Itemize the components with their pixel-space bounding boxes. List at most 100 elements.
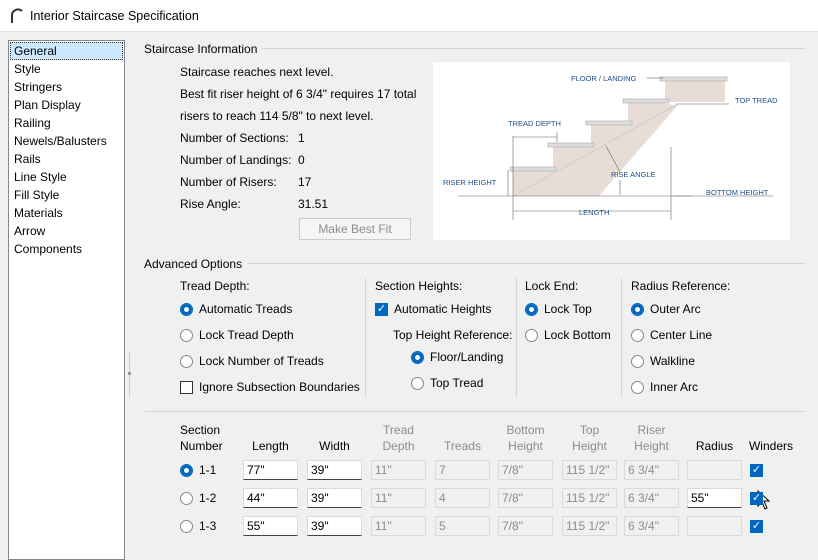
info-label: Number of Risers: <box>180 175 277 189</box>
length-input[interactable]: 44" <box>243 488 298 508</box>
sidebar-item-stringers[interactable]: Stringers <box>10 78 123 96</box>
info-value: 0 <box>298 153 305 167</box>
radius-ref-option-radio[interactable] <box>631 355 644 368</box>
top-input: 115 1/2" <box>562 488 617 508</box>
top-height-ref-label: Top Height Reference: <box>393 328 513 342</box>
top-height-ref-option-label[interactable]: Top Tread <box>430 376 483 390</box>
section-heights-label: Section Heights: <box>375 279 463 293</box>
automatic-heights-checkbox[interactable]: ✓ <box>375 303 388 316</box>
winders-checkbox[interactable]: ✓ <box>750 492 763 505</box>
ignore-subsection-label[interactable]: Ignore Subsection Boundaries <box>199 380 360 394</box>
column-header: Radius <box>695 439 734 453</box>
section-row-select-label[interactable]: 1-3 <box>199 519 216 533</box>
tread-depth-label: Tread Depth: <box>180 279 250 293</box>
lock-end-option-label[interactable]: Lock Bottom <box>544 328 611 342</box>
radius-ref-option-radio[interactable] <box>631 329 644 342</box>
ignore-subsection-checkbox[interactable] <box>180 381 193 394</box>
bottom-input: 7/8" <box>498 488 553 508</box>
winders-checkbox[interactable]: ✓ <box>750 520 763 533</box>
lock-end-option-radio[interactable] <box>525 329 538 342</box>
column-header: Height <box>508 439 543 453</box>
tread-depth-option-radio[interactable] <box>180 303 193 316</box>
column-header: Bottom <box>506 423 545 437</box>
divider <box>516 278 517 398</box>
radius-ref-option-label[interactable]: Inner Arc <box>650 380 698 394</box>
label-bottom-height: BOTTOM HEIGHT <box>706 188 769 197</box>
lock-end-option-label[interactable]: Lock Top <box>544 302 592 316</box>
column-header: Section <box>180 423 221 437</box>
staircase-diagram: FLOOR / LANDING TOP TREAD TREAD DEPTH RI… <box>433 62 790 240</box>
sidebar-item-line-style[interactable]: Line Style <box>10 168 123 186</box>
splitter-handle[interactable] <box>128 352 132 396</box>
radius-ref-option-label[interactable]: Walkline <box>650 354 695 368</box>
section-row-select-radio[interactable] <box>180 492 193 505</box>
sidebar-list[interactable]: General Style Stringers Plan Display Railing… <box>8 40 125 560</box>
sidebar-item-railing[interactable]: Railing <box>10 114 123 132</box>
top-height-ref-option-radio[interactable] <box>411 377 424 390</box>
column-header: Riser <box>637 423 666 437</box>
tread-depth-option-label[interactable]: Automatic Treads <box>199 302 292 316</box>
window-title: Interior Staircase Specification <box>30 9 199 23</box>
advanced-options-heading: Advanced Options <box>144 257 243 271</box>
riser-input: 6 3/4" <box>624 460 679 480</box>
tread-depth-option-radio[interactable] <box>180 355 193 368</box>
sidebar-item-style[interactable]: Style <box>10 60 123 78</box>
width-input[interactable]: 39" <box>307 460 362 480</box>
make-best-fit-button[interactable]: Make Best Fit <box>299 218 411 240</box>
sidebar-item-materials[interactable]: Materials <box>10 204 123 222</box>
radius-input <box>687 460 742 480</box>
length-input[interactable]: 77" <box>243 460 298 480</box>
tread-depth-option-label[interactable]: Lock Number of Treads <box>199 354 324 368</box>
sidebar-item-newels-balusters[interactable]: Newels/Balusters <box>10 132 123 150</box>
column-header: Top <box>579 423 600 437</box>
radius-ref-label: Radius Reference: <box>631 279 731 293</box>
sidebar-item-general[interactable]: General <box>10 42 123 60</box>
section-row-select-label[interactable]: 1-1 <box>199 463 216 477</box>
tread-depth-input: 11" <box>371 516 426 536</box>
info-status: Staircase reaches next level. <box>180 65 334 79</box>
lock-end-label: Lock End: <box>525 279 579 293</box>
info-value: 31.51 <box>298 197 329 211</box>
divider <box>262 48 805 49</box>
sidebar-item-rails[interactable]: Rails <box>10 150 123 168</box>
automatic-heights-label[interactable]: Automatic Heights <box>394 302 491 316</box>
top-height-ref-option-radio[interactable] <box>411 351 424 364</box>
radius-input[interactable]: 55" <box>687 488 742 508</box>
app-icon <box>11 8 23 23</box>
sidebar-item-components[interactable]: Components <box>10 240 123 258</box>
sidebar-item-arrow[interactable]: Arrow <box>10 222 123 240</box>
riser-input: 6 3/4" <box>624 488 679 508</box>
winders-checkbox[interactable]: ✓ <box>750 464 763 477</box>
top-height-ref-option-label[interactable]: Floor/Landing <box>430 350 503 364</box>
lock-end-option-radio[interactable] <box>525 303 538 316</box>
bottom-input: 7/8" <box>498 460 553 480</box>
label-length: LENGTH <box>579 208 609 217</box>
sidebar-item-plan-display[interactable]: Plan Display <box>10 96 123 114</box>
section-row-select-label[interactable]: 1-2 <box>199 491 216 505</box>
info-label: Number of Landings: <box>180 153 292 167</box>
top-input: 115 1/2" <box>562 460 617 480</box>
width-input[interactable]: 39" <box>307 488 362 508</box>
section-row-select-radio[interactable] <box>180 520 193 533</box>
riser-input: 6 3/4" <box>624 516 679 536</box>
staircase-info-heading: Staircase Information <box>144 42 258 56</box>
radius-ref-option-label[interactable]: Center Line <box>650 328 712 342</box>
label-rise-angle: RISE ANGLE <box>611 170 656 179</box>
radius-ref-option-radio[interactable] <box>631 381 644 394</box>
tread-depth-option-radio[interactable] <box>180 329 193 342</box>
tread-depth-option-label[interactable]: Lock Tread Depth <box>199 328 294 342</box>
sidebar-item-fill-style[interactable]: Fill Style <box>10 186 123 204</box>
column-header: Depth <box>382 439 415 453</box>
divider <box>621 278 622 398</box>
divider <box>145 411 805 412</box>
section-row-select-radio[interactable] <box>180 464 193 477</box>
length-input[interactable]: 55" <box>243 516 298 536</box>
width-input[interactable]: 39" <box>307 516 362 536</box>
info-label: Rise Angle: <box>180 197 241 211</box>
title-bar: Interior Staircase Specification <box>0 0 818 32</box>
column-header: Height <box>634 439 669 453</box>
radius-ref-option-label[interactable]: Outer Arc <box>650 302 701 316</box>
label-top-tread: TOP TREAD <box>735 96 778 105</box>
label-riser-height: RISER HEIGHT <box>443 178 497 187</box>
radius-ref-option-radio[interactable] <box>631 303 644 316</box>
